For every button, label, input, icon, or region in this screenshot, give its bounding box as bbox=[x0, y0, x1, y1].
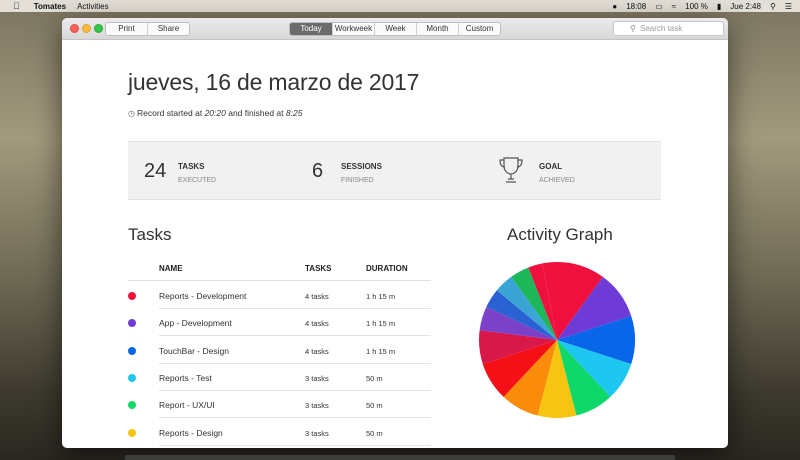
column-tasks[interactable]: TASKS bbox=[305, 264, 332, 273]
search-icon: ⚲ bbox=[630, 24, 636, 33]
minimize-window-button[interactable] bbox=[82, 24, 91, 33]
app-menu[interactable]: Tomates bbox=[34, 2, 66, 11]
spotlight-search-icon[interactable]: ⚲ bbox=[770, 2, 776, 11]
tab-week[interactable]: Week bbox=[375, 23, 417, 35]
task-color-dot bbox=[128, 401, 136, 410]
table-row[interactable]: Reports - Development 4 tasks 1 h 15 m bbox=[128, 282, 431, 309]
airplay-icon[interactable]: ▭ bbox=[655, 2, 663, 11]
task-color-dot bbox=[128, 319, 136, 328]
task-duration: 1 h 15 m bbox=[366, 292, 396, 301]
task-name: TouchBar - Design bbox=[159, 345, 229, 356]
tasks-heading: Tasks bbox=[128, 225, 172, 244]
tab-custom[interactable]: Custom bbox=[459, 23, 500, 35]
tasks-sublabel: EXECUTED bbox=[178, 177, 217, 184]
battery-icon[interactable]: ▮ bbox=[717, 2, 721, 11]
task-name: Reports - Development bbox=[159, 291, 247, 301]
clock-icon: ◷ bbox=[128, 109, 135, 118]
goal-label: GOAL bbox=[539, 162, 563, 171]
print-button[interactable]: Print bbox=[106, 23, 148, 35]
table-header-divider bbox=[128, 280, 431, 281]
menubar-clock[interactable]: Jue 2:48 bbox=[730, 2, 761, 11]
column-name[interactable]: NAME bbox=[159, 264, 183, 273]
app-window: Print Share Today Workweek Week Month Cu… bbox=[62, 18, 728, 448]
battery-percent: 100 % bbox=[685, 1, 708, 11]
close-window-button[interactable] bbox=[70, 24, 79, 33]
dock bbox=[125, 455, 675, 460]
task-name: App - Development bbox=[159, 318, 232, 329]
goal-sublabel: ACHIEVED bbox=[539, 177, 575, 184]
task-count: 4 tasks bbox=[305, 319, 329, 329]
table-row[interactable]: Report - UX/UI 3 tasks 50 m bbox=[128, 391, 431, 419]
status-area: ● 18:08 ▭ ≈ 100 % ▮ Jue 2:48 ⚲ ☰ bbox=[612, 0, 792, 12]
window-toolbar: Print Share Today Workweek Week Month Cu… bbox=[62, 18, 728, 40]
activity-graph-heading: Activity Graph bbox=[507, 225, 613, 244]
task-color-dot bbox=[128, 373, 136, 382]
task-color-dot bbox=[128, 346, 136, 355]
task-count: 3 tasks bbox=[305, 401, 329, 411]
page-title: jueves, 16 de marzo de 2017 bbox=[128, 69, 420, 95]
apple-menu-icon[interactable]:  bbox=[13, 1, 20, 11]
column-duration[interactable]: DURATION bbox=[366, 264, 408, 273]
zoom-window-button[interactable] bbox=[94, 24, 103, 33]
tasks-label: TASKS bbox=[178, 162, 205, 171]
table-row[interactable]: Reports - Test 3 tasks 50 m bbox=[128, 364, 431, 391]
search-input[interactable] bbox=[640, 24, 720, 33]
tomato-status-icon[interactable]: ● bbox=[612, 2, 617, 11]
task-count: 3 tasks bbox=[305, 373, 329, 383]
status-timer[interactable]: 18:08 bbox=[626, 2, 646, 11]
notification-center-icon[interactable]: ☰ bbox=[785, 2, 792, 11]
task-count: 4 tasks bbox=[305, 292, 329, 301]
start-time: 20:20 bbox=[204, 108, 226, 118]
tasks-count: 24 bbox=[144, 160, 167, 182]
task-color-dot bbox=[128, 428, 136, 437]
menu-activities[interactable]: Activities bbox=[77, 2, 109, 11]
trophy-icon bbox=[499, 157, 523, 183]
menu-bar:  Tomates Activities ● 18:08 ▭ ≈ 100 % ▮… bbox=[0, 0, 800, 12]
table-row[interactable]: TouchBar - Design 4 tasks 1 h 15 m bbox=[128, 337, 431, 364]
task-duration: 50 m bbox=[366, 373, 383, 383]
task-count: 3 tasks bbox=[305, 428, 329, 438]
task-name: Report - UX/UI bbox=[159, 400, 215, 411]
period-tabs: Today Workweek Week Month Custom bbox=[289, 22, 501, 36]
wifi-icon[interactable]: ≈ bbox=[672, 2, 676, 11]
task-name: Reports - Design bbox=[159, 427, 223, 438]
activity-pie-chart bbox=[479, 262, 635, 418]
record-info: ◷ Record started at 20:20 and finished at… bbox=[128, 108, 303, 118]
task-name: Reports - Test bbox=[159, 372, 212, 383]
task-duration: 50 m bbox=[366, 401, 383, 411]
tab-today[interactable]: Today bbox=[290, 23, 333, 35]
share-button[interactable]: Share bbox=[148, 23, 189, 35]
tab-month[interactable]: Month bbox=[417, 23, 459, 35]
task-count: 4 tasks bbox=[305, 346, 329, 356]
end-time: 8:25 bbox=[285, 108, 303, 118]
sessions-sublabel: FINISHED bbox=[341, 177, 374, 184]
tab-workweek[interactable]: Workweek bbox=[333, 23, 375, 35]
table-row[interactable]: Reports - Design 3 tasks 50 m bbox=[128, 419, 431, 446]
stats-panel: 24 TASKS EXECUTED 6 SESSIONS FINISHED GO… bbox=[128, 141, 661, 200]
row-divider bbox=[159, 444, 431, 446]
table-row[interactable]: App - Development 4 tasks 1 h 15 m bbox=[128, 309, 431, 337]
task-duration: 1 h 15 m bbox=[366, 319, 396, 329]
sessions-label: SESSIONS bbox=[341, 162, 382, 171]
task-duration: 1 h 15 m bbox=[366, 346, 396, 356]
search-field[interactable]: ⚲ bbox=[613, 21, 724, 36]
sessions-count: 6 bbox=[312, 160, 324, 182]
task-color-dot bbox=[128, 292, 136, 300]
print-share-group: Print Share bbox=[105, 22, 190, 36]
task-duration: 50 m bbox=[366, 428, 383, 438]
